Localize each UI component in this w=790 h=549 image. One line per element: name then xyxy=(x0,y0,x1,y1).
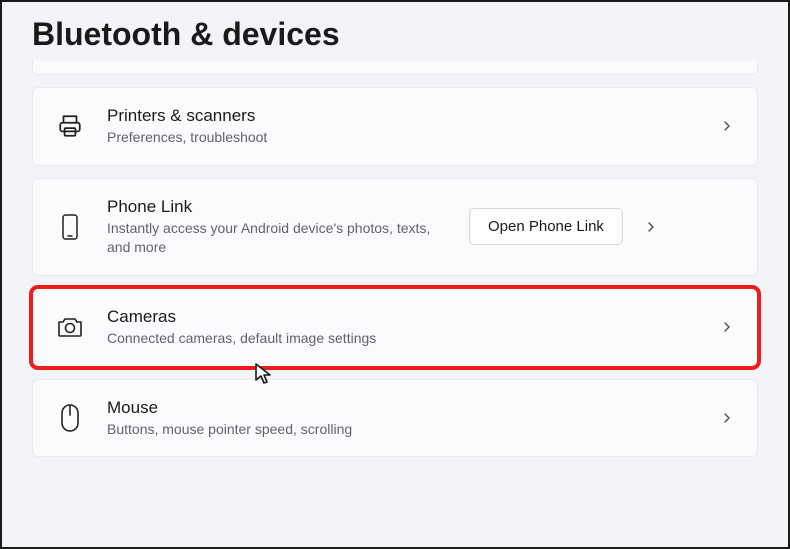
previous-card-sliver xyxy=(32,61,758,75)
settings-item-title: Cameras xyxy=(107,307,697,327)
settings-item-subtitle: Preferences, troubleshoot xyxy=(107,128,697,147)
chevron-right-icon xyxy=(643,219,659,235)
settings-item-subtitle: Instantly access your Android device's p… xyxy=(107,219,447,257)
chevron-right-icon xyxy=(719,319,735,335)
settings-item-cameras[interactable]: Cameras Connected cameras, default image… xyxy=(32,288,758,367)
settings-item-subtitle: Connected cameras, default image setting… xyxy=(107,329,697,348)
chevron-right-icon xyxy=(719,118,735,134)
settings-item-phone-link[interactable]: Phone Link Instantly access your Android… xyxy=(32,178,758,276)
open-phone-link-button[interactable]: Open Phone Link xyxy=(469,208,623,245)
mouse-icon xyxy=(55,403,85,433)
chevron-right-icon xyxy=(719,410,735,426)
settings-item-title: Printers & scanners xyxy=(107,106,697,126)
printer-icon xyxy=(55,113,85,139)
settings-item-printers-scanners[interactable]: Printers & scanners Preferences, trouble… xyxy=(32,87,758,166)
settings-item-mouse[interactable]: Mouse Buttons, mouse pointer speed, scro… xyxy=(32,379,758,458)
settings-item-subtitle: Buttons, mouse pointer speed, scrolling xyxy=(107,420,697,439)
page-title: Bluetooth & devices xyxy=(2,2,788,61)
settings-item-title: Phone Link xyxy=(107,197,447,217)
camera-icon xyxy=(55,315,85,339)
settings-item-title: Mouse xyxy=(107,398,697,418)
phone-icon xyxy=(55,213,85,241)
settings-list: Printers & scanners Preferences, trouble… xyxy=(2,61,788,499)
